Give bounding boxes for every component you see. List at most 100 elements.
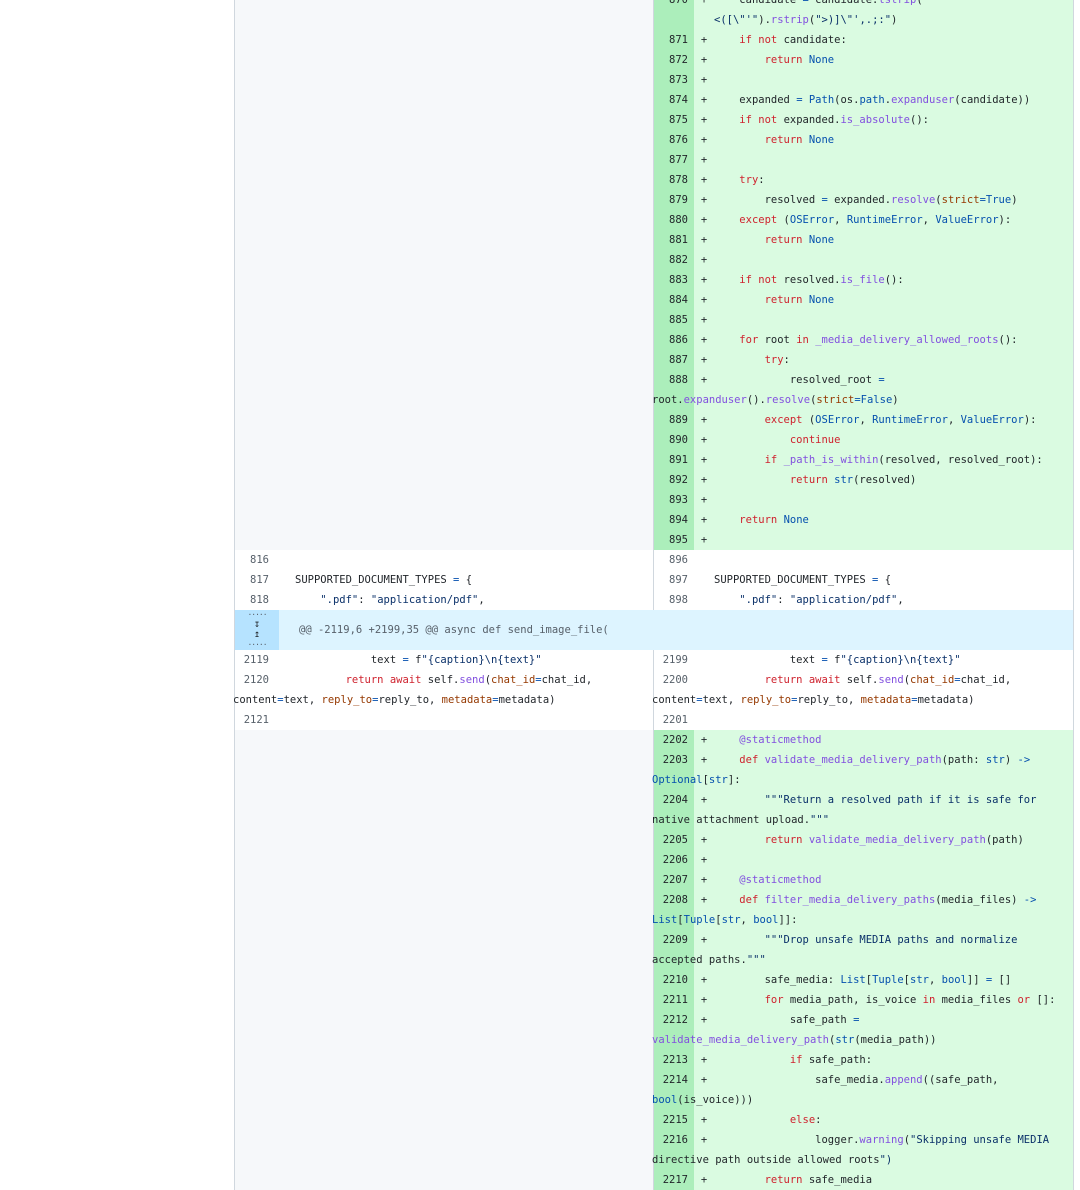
left-side-cell	[235, 1170, 654, 1190]
line-number[interactable]: 2206	[654, 850, 694, 870]
line-number[interactable]: 2119	[235, 650, 275, 670]
expand-up-icon[interactable]: ↥	[254, 630, 260, 640]
line-number[interactable]: 876	[654, 130, 694, 150]
line-number[interactable]: 874	[654, 90, 694, 110]
code-line: if not resolved.is_file():	[739, 274, 904, 286]
line-number[interactable]: 881	[654, 230, 694, 250]
line-number[interactable]: 2210	[654, 970, 694, 990]
line-number[interactable]: 2208	[654, 890, 694, 910]
code-line: """Return a resolved path if it is safe …	[764, 794, 1037, 806]
line-number[interactable]: 873	[654, 70, 694, 90]
line-number[interactable]: 2212	[654, 1010, 694, 1030]
line-number[interactable]: 895	[654, 530, 694, 550]
line-number[interactable]: 885	[654, 310, 694, 330]
line-number[interactable]: 889	[654, 410, 694, 430]
addition-marker: +	[700, 494, 708, 506]
line-number[interactable]: 894	[654, 510, 694, 530]
diff-row: 2205 + return validate_media_delivery_pat…	[235, 830, 1073, 850]
addition-marker: +	[700, 734, 708, 746]
right-side-cell: 2207 + @staticmethod	[654, 870, 1073, 890]
diff-row: 817 SUPPORTED_DOCUMENT_TYPES = {897 SUPPOR…	[235, 570, 1073, 590]
line-number[interactable]: 2205	[654, 830, 694, 850]
diff-row: 2216 + logger.warning("Skipping unsafe ME…	[235, 1130, 1073, 1170]
diff-row: 2208 + def filter_media_delivery_paths(me…	[235, 890, 1073, 930]
line-number[interactable]: 887	[654, 350, 694, 370]
diff-row: 880 + except (OSError, RuntimeError, Valu…	[235, 210, 1073, 230]
code-line: if _path_is_within(resolved, resolved_ro…	[764, 454, 1043, 466]
line-number[interactable]: 2204	[654, 790, 694, 810]
left-side-cell	[235, 410, 654, 430]
line-number[interactable]: 893	[654, 490, 694, 510]
line-number[interactable]: 880	[654, 210, 694, 230]
right-side-cell: 892 + return str(resolved)	[654, 470, 1073, 490]
line-number[interactable]: 2217	[654, 1170, 694, 1190]
line-number[interactable]: 2200	[654, 670, 694, 690]
line-number[interactable]: 879	[654, 190, 694, 210]
right-side-cell: 2202 + @staticmethod	[654, 730, 1073, 750]
line-number[interactable]: 892	[654, 470, 694, 490]
line-number[interactable]: 884	[654, 290, 694, 310]
code-line: text = f"{caption}\n{text}"	[295, 654, 542, 666]
line-number[interactable]: 2211	[654, 990, 694, 1010]
line-number[interactable]: 2120	[235, 670, 275, 690]
line-number[interactable]: 883	[654, 270, 694, 290]
diff-row: 2215 + else:	[235, 1110, 1073, 1130]
line-number[interactable]: 888	[654, 370, 694, 390]
diff-row: 885 +	[235, 310, 1073, 330]
line-number[interactable]: 2121	[235, 710, 275, 730]
line-number[interactable]: 877	[654, 150, 694, 170]
line-number[interactable]: 2216	[654, 1130, 694, 1150]
right-side-cell: 2208 + def filter_media_delivery_paths(me…	[652, 890, 1073, 930]
line-number[interactable]: 2207	[654, 870, 694, 890]
left-side-cell	[235, 250, 654, 270]
line-number[interactable]: 2215	[654, 1110, 694, 1130]
left-side-cell	[235, 450, 654, 470]
addition-marker: +	[700, 294, 708, 306]
line-number[interactable]: 890	[654, 430, 694, 450]
diff-row: 893 +	[235, 490, 1073, 510]
line-number[interactable]: 882	[654, 250, 694, 270]
right-side-cell: 883 + if not resolved.is_file():	[654, 270, 1073, 290]
right-side-cell: 2203 + def validate_media_delivery_path(p…	[652, 750, 1073, 790]
line-number[interactable]: 2209	[654, 930, 694, 950]
right-side-cell: 2209 + """Drop unsafe MEDIA paths and nor…	[652, 930, 1073, 970]
line-number[interactable]: 872	[654, 50, 694, 70]
line-number[interactable]: 896	[654, 550, 694, 570]
addition-marker: +	[700, 894, 708, 906]
left-side-cell: 818 ".pdf": "application/pdf",	[235, 590, 654, 610]
line-number[interactable]: 870	[654, 0, 694, 30]
line-number[interactable]: 878	[654, 170, 694, 190]
line-number[interactable]: 897	[654, 570, 694, 590]
addition-marker: +	[700, 994, 708, 1006]
code-line-continuation: content=text, reply_to=reply_to, metadat…	[233, 694, 556, 706]
line-number[interactable]: 891	[654, 450, 694, 470]
right-side-cell: 2211 + for media_path, is_voice in media_…	[654, 990, 1073, 1010]
line-number[interactable]: 2201	[654, 710, 694, 730]
addition-marker: +	[700, 274, 708, 286]
line-number[interactable]: 2213	[654, 1050, 694, 1070]
line-number[interactable]: 2202	[654, 730, 694, 750]
line-number[interactable]: 816	[235, 550, 275, 570]
line-number[interactable]: 2203	[654, 750, 694, 770]
left-side-cell	[235, 350, 654, 370]
left-side-cell	[235, 750, 654, 790]
line-number[interactable]: 898	[654, 590, 694, 610]
line-number[interactable]: 886	[654, 330, 694, 350]
code-line: except (OSError, RuntimeError, ValueErro…	[739, 214, 1012, 226]
right-side-cell: 890 + continue	[654, 430, 1073, 450]
line-number[interactable]: 871	[654, 30, 694, 50]
line-number[interactable]: 2199	[654, 650, 694, 670]
line-number[interactable]: 875	[654, 110, 694, 130]
line-number[interactable]: 818	[235, 590, 275, 610]
addition-marker: +	[700, 74, 708, 86]
hunk-expander-button[interactable]: ····· ↧ ↥ ·····	[235, 610, 279, 650]
left-side-cell	[235, 370, 654, 410]
right-side-cell: 884 + return None	[654, 290, 1073, 310]
line-number[interactable]: 2214	[654, 1070, 694, 1090]
addition-marker: +	[700, 514, 708, 526]
line-number[interactable]: 817	[235, 570, 275, 590]
context-marker	[694, 670, 714, 690]
